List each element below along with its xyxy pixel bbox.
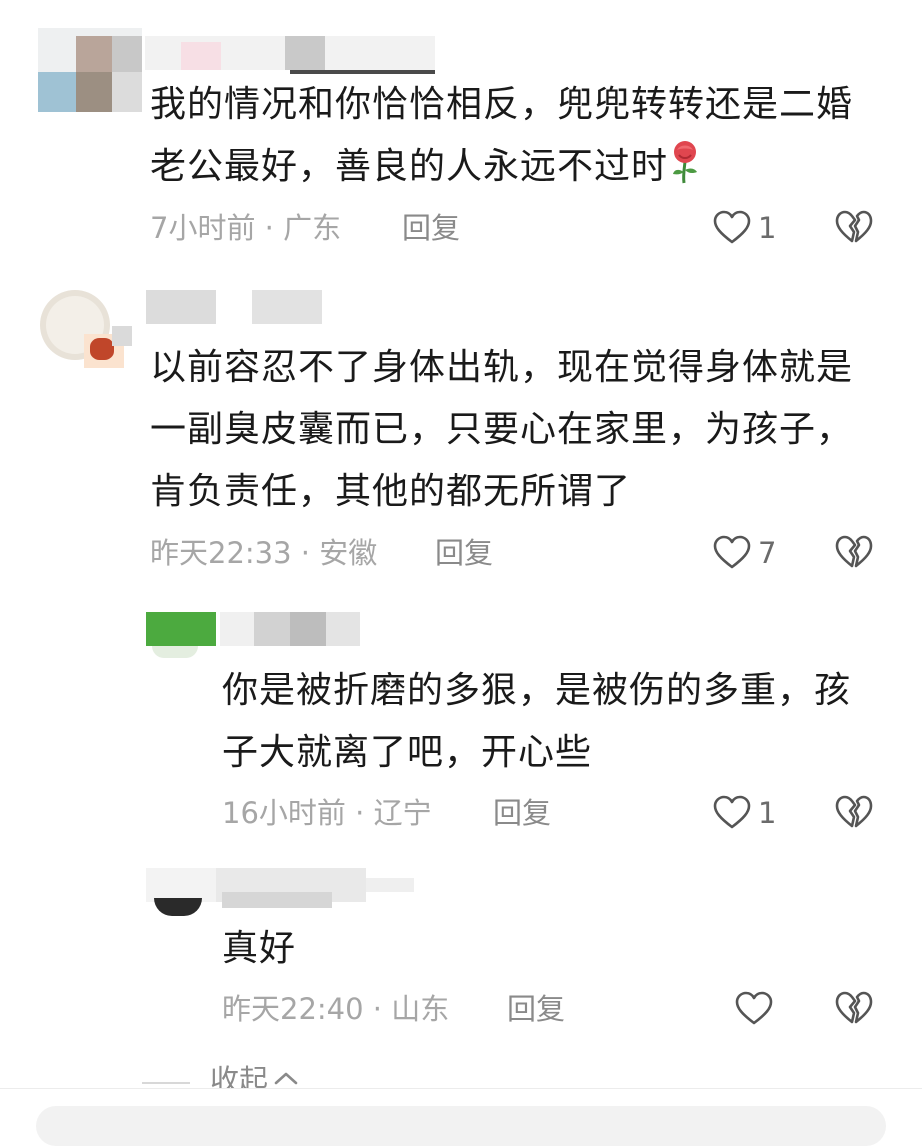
comment-location: 广东 — [283, 211, 342, 245]
comment-meta: 16小时前 · 辽宁 — [222, 795, 432, 831]
comment-text-line: 你是被折磨的多狠，是被伤的多重，孩 — [222, 670, 852, 711]
avatar[interactable] — [146, 612, 360, 658]
comment-time: 16小时前 — [222, 796, 346, 830]
comment-location: 山东 — [391, 992, 450, 1026]
comment-text-line: 老公最好，善良的人永远不过时 — [150, 136, 702, 204]
comment-location: 安徽 — [319, 536, 378, 570]
heart-outline-icon — [735, 991, 773, 1025]
comment-meta: 昨天22:40 · 山东 — [222, 991, 449, 1027]
comment-text-line: 子大就离了吧，开心些 — [222, 732, 593, 773]
meta-separator: · — [291, 536, 320, 570]
like-button[interactable] — [712, 208, 752, 248]
comment-text-line: 肯负责任，其他的都无所谓了 — [150, 471, 632, 512]
like-count: 1 — [758, 211, 777, 245]
reply-button[interactable]: 回复 — [402, 210, 460, 246]
username-blurred[interactable] — [146, 290, 326, 328]
like-button[interactable] — [734, 989, 774, 1029]
broken-heart-icon — [835, 795, 873, 828]
comment-text-line: 真好 — [222, 928, 297, 969]
dislike-button[interactable] — [834, 533, 874, 573]
dislike-button[interactable] — [834, 208, 874, 248]
chevron-up-icon — [274, 1072, 298, 1085]
meta-separator: · — [255, 211, 284, 245]
collapse-divider — [142, 1082, 190, 1084]
broken-heart-icon — [835, 991, 873, 1024]
avatar[interactable] — [40, 290, 142, 376]
avatar[interactable] — [146, 868, 414, 920]
comment-time: 7小时前 — [150, 211, 256, 245]
heart-outline-icon — [713, 210, 751, 244]
comment-text-line: 一副臭皮囊而已，只要心在家里，为孩子， — [150, 409, 854, 450]
comment-input-box[interactable] — [36, 1106, 886, 1146]
heart-outline-icon — [713, 795, 751, 829]
meta-separator: · — [363, 992, 392, 1026]
comment-location: 辽宁 — [373, 796, 432, 830]
username-blurred[interactable] — [145, 36, 435, 74]
comment-text-line: 以前容忍不了身体出轨，现在觉得身体就是 — [150, 347, 854, 388]
reply-button[interactable]: 回复 — [493, 795, 551, 831]
reply-button[interactable]: 回复 — [435, 535, 493, 571]
avatar[interactable] — [38, 28, 142, 112]
comment-meta: 昨天22:33 · 安徽 — [150, 535, 377, 571]
comment-text-segment: 老公最好，善良的人永远不过时 — [150, 146, 669, 187]
like-button[interactable] — [712, 793, 752, 833]
like-count: 7 — [758, 536, 777, 570]
comment-meta: 7小时前 · 广东 — [150, 210, 341, 246]
like-button[interactable] — [712, 533, 752, 573]
dislike-button[interactable] — [834, 989, 874, 1029]
reply-button[interactable]: 回复 — [507, 991, 565, 1027]
meta-separator: · — [345, 796, 374, 830]
comment-time: 昨天22:33 — [150, 536, 292, 570]
dislike-button[interactable] — [834, 793, 874, 833]
like-count: 1 — [758, 796, 777, 830]
comment-text-line: 我的情况和你恰恰相反，兜兜转转还是二婚 — [150, 84, 854, 125]
comment-time: 昨天22:40 — [222, 992, 364, 1026]
broken-heart-icon — [835, 535, 873, 568]
rose-icon — [668, 140, 702, 204]
heart-outline-icon — [713, 535, 751, 569]
broken-heart-icon — [835, 210, 873, 243]
